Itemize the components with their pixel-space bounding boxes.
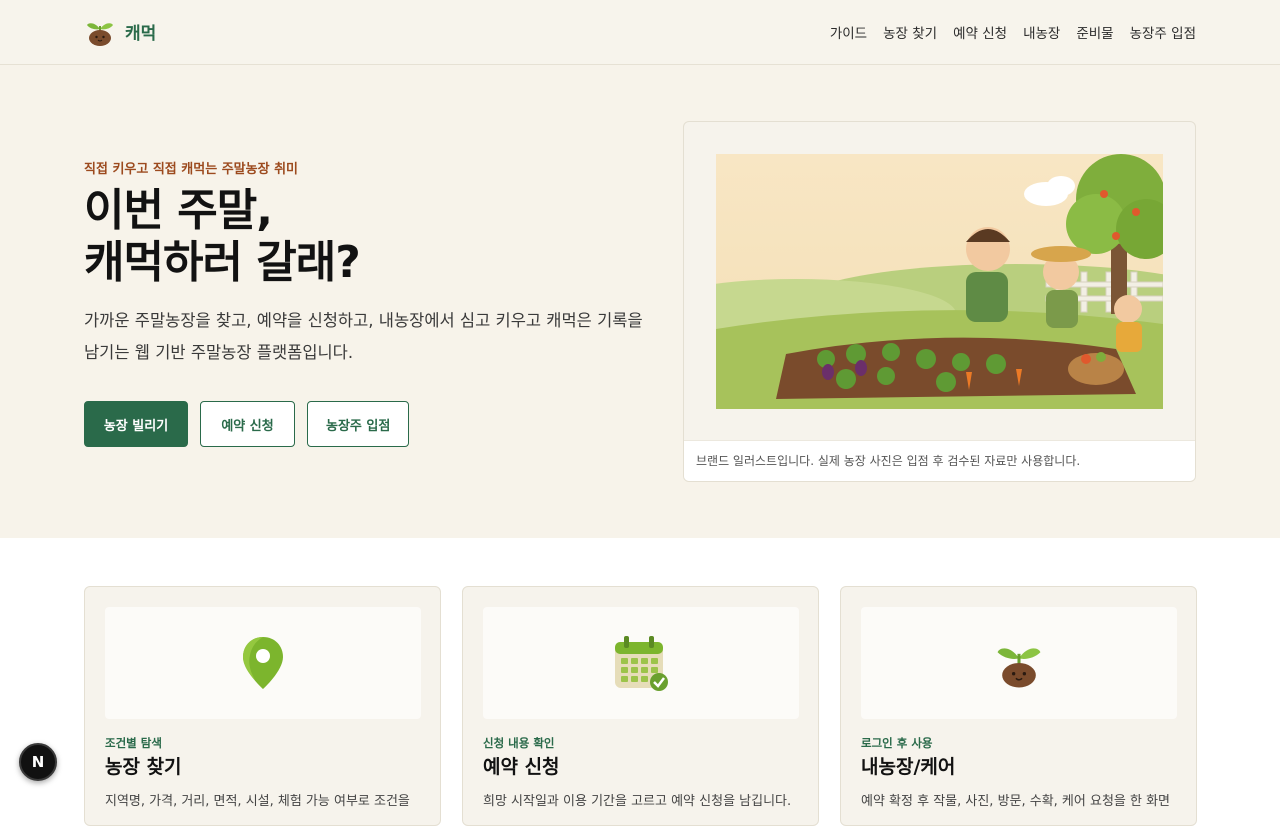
feature-card-reservation[interactable]: 신청 내용 확인 예약 신청 희망 시작일과 이용 기간을 고르고 예약 신청을… [462,586,819,826]
dev-tools-badge[interactable]: N [19,743,57,781]
hero-section: 직접 키우고 직접 캐먹는 주말농장 취미 이번 주말, 캐먹하러 갈래? 가까… [0,65,1280,538]
owner-join-button[interactable]: 농장주 입점 [307,401,410,447]
feature-card-media [483,607,799,719]
calendar-check-icon [615,636,668,691]
feature-card-my-farm[interactable]: 로그인 후 사용 내농장/케어 예약 확정 후 작물, 사진, 방문, 수확, … [840,586,1197,826]
hero-headline-line-2: 캐먹하러 갈래? [84,237,361,288]
nav-reservation[interactable]: 예약 신청 [953,22,1007,42]
hero-image-caption: 브랜드 일러스트입니다. 실제 농장 사진은 입점 후 검수된 자료만 사용합니… [684,440,1195,481]
feature-card-media [105,607,421,719]
feature-cards: 조건별 탐색 농장 찾기 지역명, 가격, 거리, 면적, 시설, 체험 가능 … [84,586,1197,826]
rent-farm-button[interactable]: 농장 빌리기 [84,401,188,447]
hero-illustration-card: 브랜드 일러스트입니다. 실제 농장 사진은 입점 후 검수된 자료만 사용합니… [683,121,1196,482]
nav-owner-join[interactable]: 농장주 입점 [1130,22,1196,42]
feature-title: 예약 신청 [483,756,560,778]
nav-find-farm[interactable]: 농장 찾기 [883,22,937,42]
hero-lead: 가까운 주말농장을 찾고, 예약을 신청하고, 내농장에서 심고 키우고 캐먹은… [84,311,643,362]
hero-actions: 농장 빌리기 예약 신청 농장주 입점 [84,401,410,447]
sprout-pot-icon [87,23,113,46]
hero-headline: 이번 주말, 캐먹하러 갈래? [84,185,644,289]
feature-desc: 예약 확정 후 작물, 사진, 방문, 수확, 케어 요청을 한 화면 [861,794,1171,809]
feature-title: 농장 찾기 [105,756,182,778]
feature-card-find-farm[interactable]: 조건별 탐색 농장 찾기 지역명, 가격, 거리, 면적, 시설, 체험 가능 … [84,586,441,826]
feature-tag: 신청 내용 확인 [483,736,555,750]
nav-my-farm[interactable]: 내농장 [1023,22,1060,42]
feature-desc: 지역명, 가격, 거리, 면적, 시설, 체험 가능 여부로 조건을 [105,794,410,809]
main-nav: 가이드 농장 찾기 예약 신청 내농장 준비물 농장주 입점 [830,22,1196,42]
hero-headline-line-1: 이번 주말, [84,185,273,236]
feature-title: 내농장/케어 [861,756,956,778]
brand-name: 캐먹 [125,23,157,44]
feature-tag: 조건별 탐색 [105,736,162,750]
feature-desc: 희망 시작일과 이용 기간을 고르고 예약 신청을 남깁니다. [483,794,792,809]
brand-home-link[interactable]: 캐먹 [84,15,156,47]
sprout-pot-icon [997,648,1041,688]
feature-card-media [861,607,1177,719]
top-header: 캐먹 가이드 농장 찾기 예약 신청 내농장 준비물 농장주 입점 [0,0,1280,65]
feature-tag: 로그인 후 사용 [861,736,933,750]
nav-guide[interactable]: 가이드 [830,22,867,42]
map-pin-icon [243,637,283,689]
hero-eyebrow: 직접 키우고 직접 캐먹는 주말농장 취미 [84,162,298,177]
nav-supplies[interactable]: 준비물 [1076,22,1113,42]
farm-family-illustration [716,154,1163,409]
reserve-button[interactable]: 예약 신청 [200,401,295,447]
